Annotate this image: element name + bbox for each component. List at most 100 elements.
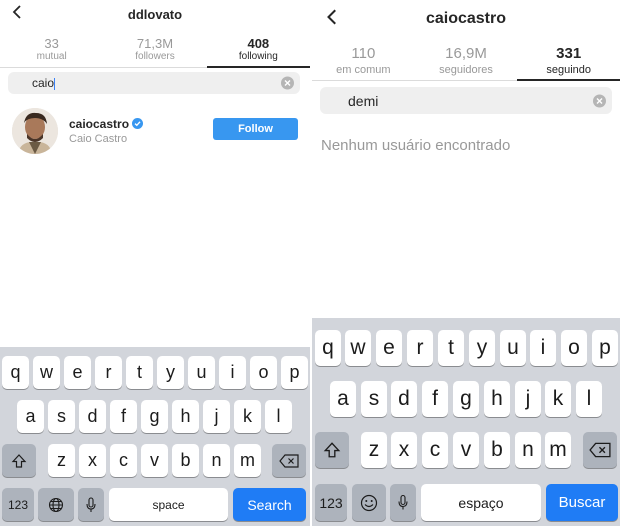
text-caret	[54, 77, 56, 90]
key-c[interactable]: c	[422, 432, 448, 468]
tab-followers[interactable]: 71,3M followers	[103, 36, 206, 67]
stats-tabs: 110 em comum 16,9M seguidores 331 seguin…	[312, 45, 620, 81]
shift-key[interactable]	[2, 444, 36, 477]
follow-button[interactable]: Follow	[213, 118, 298, 140]
list-item[interactable]: caiocastro Caio Castro Follow	[12, 108, 298, 154]
backspace-key[interactable]	[272, 444, 306, 477]
key-i[interactable]: i	[530, 330, 556, 366]
clear-icon[interactable]	[593, 94, 606, 107]
key-s[interactable]: s	[361, 381, 387, 417]
tab-mutual[interactable]: 33 mutual	[0, 36, 103, 67]
search-key[interactable]: Search	[233, 488, 306, 521]
space-key[interactable]: space	[109, 488, 228, 521]
key-a[interactable]: a	[17, 400, 44, 433]
key-q[interactable]: q	[315, 330, 341, 366]
search-input[interactable]: caio	[8, 72, 300, 94]
key-d[interactable]: d	[79, 400, 106, 433]
key-x[interactable]: x	[391, 432, 417, 468]
stat-label: seguindo	[546, 64, 591, 76]
stat-value: 33	[44, 36, 59, 51]
stat-label: em comum	[336, 64, 391, 76]
key-p[interactable]: p	[281, 356, 308, 389]
key-y[interactable]: y	[157, 356, 184, 389]
key-a[interactable]: a	[330, 381, 356, 417]
keyboard: q w e r t y u i o p a s d f g h j k l z …	[312, 318, 620, 526]
key-e[interactable]: e	[64, 356, 91, 389]
key-h[interactable]: h	[484, 381, 510, 417]
stat-value: 408	[247, 36, 270, 51]
left-screen: ddlovato 33 mutual 71,3M followers 408 f…	[0, 0, 310, 526]
stat-label: seguidores	[439, 64, 493, 76]
key-c[interactable]: c	[110, 444, 137, 477]
microphone-key[interactable]	[390, 484, 416, 521]
key-r[interactable]: r	[95, 356, 122, 389]
empty-message: Nenhum usuário encontrado	[321, 137, 511, 154]
search-value: caio	[32, 76, 55, 90]
key-r[interactable]: r	[407, 330, 433, 366]
key-j[interactable]: j	[515, 381, 541, 417]
clear-icon[interactable]	[281, 76, 294, 90]
key-x[interactable]: x	[79, 444, 106, 477]
tab-seguindo[interactable]: 331 seguindo	[517, 45, 620, 81]
emoji-key[interactable]	[352, 484, 386, 521]
key-k[interactable]: k	[545, 381, 571, 417]
stats-tabs: 33 mutual 71,3M followers 408 following	[0, 36, 310, 68]
backspace-icon	[589, 442, 611, 458]
key-z[interactable]: z	[48, 444, 75, 477]
profile-title: ddlovato	[127, 7, 183, 22]
key-f[interactable]: f	[110, 400, 137, 433]
key-s[interactable]: s	[48, 400, 75, 433]
key-l[interactable]: l	[265, 400, 292, 433]
backspace-key[interactable]	[583, 432, 617, 468]
key-v[interactable]: v	[453, 432, 479, 468]
key-y[interactable]: y	[469, 330, 495, 366]
numbers-key[interactable]: 123	[2, 488, 34, 521]
key-z[interactable]: z	[361, 432, 387, 468]
tab-seguidores[interactable]: 16,9M seguidores	[415, 45, 518, 80]
key-o[interactable]: o	[561, 330, 587, 366]
key-o[interactable]: o	[250, 356, 277, 389]
key-d[interactable]: d	[391, 381, 417, 417]
avatar[interactable]	[12, 108, 58, 154]
stat-label: mutual	[36, 51, 67, 62]
microphone-icon	[398, 494, 408, 510]
key-g[interactable]: g	[141, 400, 168, 433]
keyboard: q w e r t y u i o p a s d f g h j k l z …	[0, 347, 310, 526]
key-q[interactable]: q	[2, 356, 29, 389]
tab-em-comum[interactable]: 110 em comum	[312, 45, 415, 80]
key-w[interactable]: w	[345, 330, 371, 366]
key-e[interactable]: e	[376, 330, 402, 366]
key-w[interactable]: w	[33, 356, 60, 389]
search-key[interactable]: Buscar	[546, 484, 618, 521]
key-n[interactable]: n	[515, 432, 541, 468]
key-m[interactable]: m	[234, 444, 261, 477]
search-input[interactable]: demi	[320, 87, 612, 114]
microphone-key[interactable]	[78, 488, 104, 521]
numbers-key[interactable]: 123	[315, 484, 347, 521]
key-i[interactable]: i	[219, 356, 246, 389]
stat-value: 71,3M	[136, 36, 174, 51]
microphone-icon	[86, 496, 96, 512]
key-u[interactable]: u	[500, 330, 526, 366]
key-b[interactable]: b	[484, 432, 510, 468]
key-k[interactable]: k	[234, 400, 261, 433]
key-u[interactable]: u	[188, 356, 215, 389]
backspace-icon	[279, 453, 299, 468]
key-n[interactable]: n	[203, 444, 230, 477]
key-t[interactable]: t	[438, 330, 464, 366]
key-h[interactable]: h	[172, 400, 199, 433]
key-t[interactable]: t	[126, 356, 153, 389]
globe-key[interactable]	[38, 488, 74, 521]
key-g[interactable]: g	[453, 381, 479, 417]
key-v[interactable]: v	[141, 444, 168, 477]
key-j[interactable]: j	[203, 400, 230, 433]
key-m[interactable]: m	[545, 432, 571, 468]
key-f[interactable]: f	[422, 381, 448, 417]
key-b[interactable]: b	[172, 444, 199, 477]
space-key[interactable]: espaço	[421, 484, 541, 521]
key-l[interactable]: l	[576, 381, 602, 417]
tab-following[interactable]: 408 following	[206, 36, 310, 68]
shift-key[interactable]	[315, 432, 349, 468]
key-p[interactable]: p	[592, 330, 618, 366]
full-name: Caio Castro	[69, 133, 128, 145]
